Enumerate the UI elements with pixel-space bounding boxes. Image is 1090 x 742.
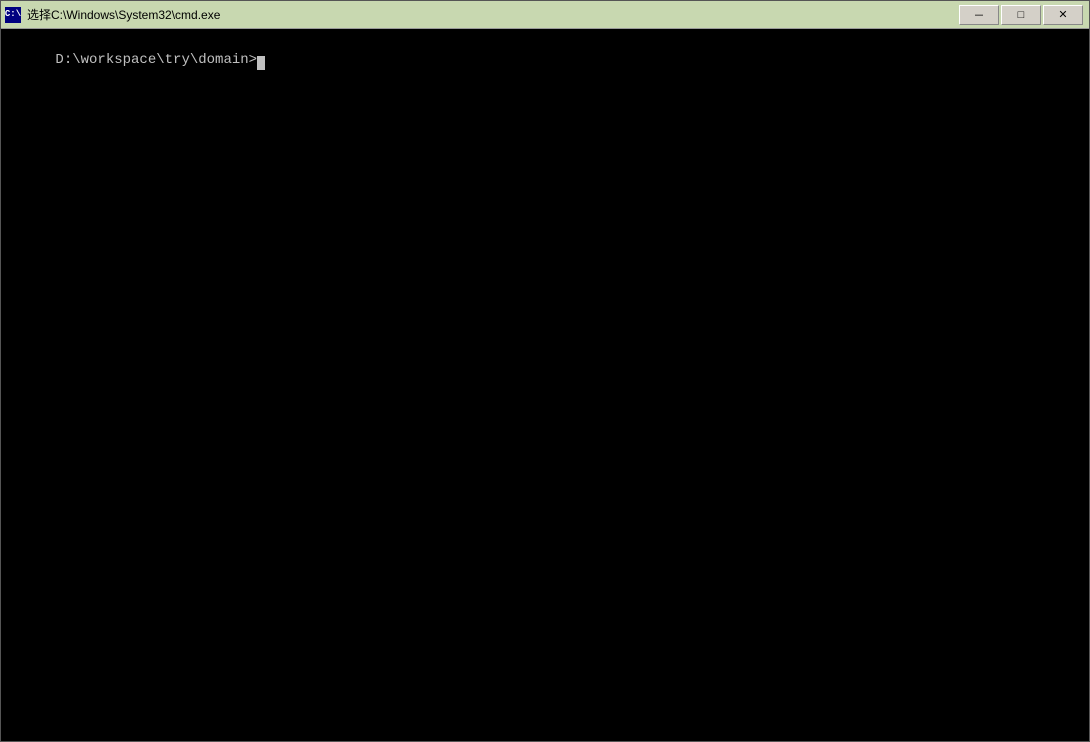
cmd-icon-label: C:\ [5,10,21,19]
terminal-prompt: D:\workspace\try\domain> [55,52,257,68]
maximize-button[interactable]: □ [1001,5,1041,25]
close-button[interactable]: ✕ [1043,5,1083,25]
window-title: 选择C:\Windows\System32\cmd.exe [27,6,220,23]
titlebar-left: C:\ 选择C:\Windows\System32\cmd.exe [5,6,220,23]
window-controls: － □ ✕ [959,5,1083,25]
cmd-window: C:\ 选择C:\Windows\System32\cmd.exe － □ ✕ … [0,0,1090,742]
cmd-icon: C:\ [5,7,21,23]
window-icon: C:\ [5,7,21,23]
terminal-prompt-line: D:\workspace\try\domain> [5,31,1085,90]
titlebar: C:\ 选择C:\Windows\System32\cmd.exe － □ ✕ [1,1,1089,29]
terminal-cursor [257,56,265,70]
minimize-button[interactable]: － [959,5,999,25]
terminal-body[interactable]: D:\workspace\try\domain> [1,29,1089,741]
